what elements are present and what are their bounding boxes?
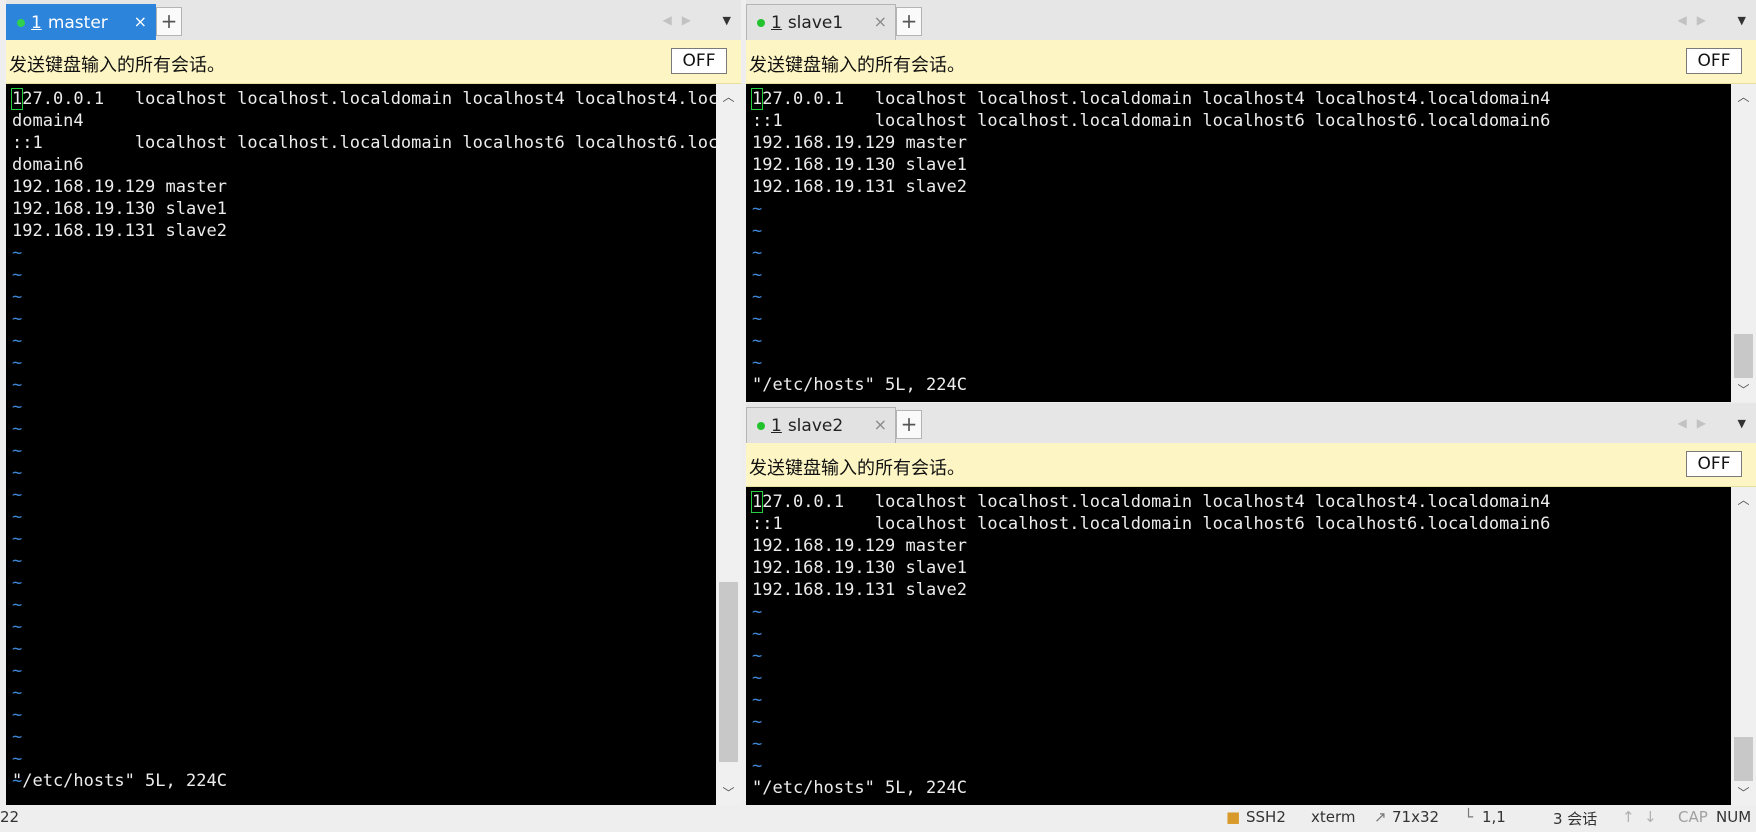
terminal-line: 192.168.19.131 slave2 bbox=[752, 580, 967, 600]
arrow-up-icon[interactable]: ↑ bbox=[1622, 808, 1635, 826]
session-pane-master: 1 master × + ◀▶ ▼ 发送键盘输入的所有会话。 OFF 127.0… bbox=[6, 0, 741, 805]
tab-number: 1 bbox=[31, 12, 42, 33]
terminal-cursor: 1 bbox=[10, 88, 24, 110]
connected-status-icon bbox=[17, 18, 25, 27]
terminal-type: xterm bbox=[1311, 808, 1356, 826]
terminal-output[interactable]: 127.0.0.1 localhost localhost.localdomai… bbox=[746, 84, 1731, 402]
add-tab-button[interactable]: + bbox=[896, 410, 922, 439]
broadcast-input-text: 发送键盘输入的所有会话。 bbox=[749, 458, 965, 479]
broadcast-off-button[interactable]: OFF bbox=[671, 48, 727, 74]
connected-status-icon bbox=[757, 18, 765, 27]
terminal-cursor: 1 bbox=[750, 88, 764, 110]
broadcast-off-button[interactable]: OFF bbox=[1686, 451, 1742, 477]
tab-label: slave1 bbox=[787, 12, 844, 33]
terminal-output[interactable]: 127.0.0.1 localhost localhost.localdomai… bbox=[746, 487, 1731, 805]
protocol-label: SSH2 bbox=[1246, 808, 1286, 826]
scroll-down-icon[interactable]: ﹀ bbox=[1731, 784, 1756, 801]
tab-label: master bbox=[47, 12, 108, 33]
terminal-line: 127.0.0.1 localhost localhost.localdomai… bbox=[10, 88, 716, 110]
cursor-position-icon: └ bbox=[1464, 808, 1474, 826]
broadcast-input-bar: 发送键盘输入的所有会话。 OFF bbox=[746, 40, 1756, 84]
cursor-position: 1,1 bbox=[1482, 808, 1506, 826]
terminal-line: domain4 bbox=[12, 111, 84, 131]
scroll-up-icon[interactable]: ︿ bbox=[1731, 491, 1756, 508]
terminal-line: 192.168.19.130 slave1 bbox=[752, 155, 967, 175]
add-tab-button[interactable]: + bbox=[896, 7, 922, 36]
scroll-up-icon[interactable]: ︿ bbox=[716, 88, 741, 105]
terminal-scrollbar[interactable]: ︿ ﹀ bbox=[1731, 487, 1756, 805]
chevron-down-icon[interactable]: ▼ bbox=[723, 14, 731, 27]
terminal-line: 192.168.19.129 master bbox=[752, 133, 967, 153]
session-pane-slave2: 1 slave2 × + ◀▶ ▼ 发送键盘输入的所有会话。 OFF 127.0… bbox=[746, 403, 1756, 805]
terminal-cursor: 1 bbox=[750, 491, 764, 513]
tab-label: slave2 bbox=[787, 415, 844, 436]
broadcast-input-text: 发送键盘输入的所有会话。 bbox=[9, 55, 225, 76]
scrollbar-thumb[interactable] bbox=[719, 582, 738, 762]
terminal-line: 127.0.0.1 localhost localhost.localdomai… bbox=[750, 491, 1551, 513]
terminal-line: 192.168.19.130 slave1 bbox=[12, 199, 227, 219]
session-pane-slave1: 1 slave1 × + ◀▶ ▼ 发送键盘输入的所有会话。 OFF 127.0… bbox=[746, 0, 1756, 402]
caps-lock-indicator: CAP bbox=[1678, 808, 1708, 826]
terminal-size: 71x32 bbox=[1392, 808, 1440, 826]
chevron-down-icon[interactable]: ▼ bbox=[1738, 14, 1746, 27]
scrollbar-thumb[interactable] bbox=[1734, 334, 1753, 378]
close-icon[interactable]: × bbox=[874, 12, 887, 31]
vim-status-line: "/etc/hosts" 5L, 224C bbox=[752, 375, 967, 395]
terminal-line: ::1 localhost localhost.localdomain loca… bbox=[12, 133, 716, 153]
close-icon[interactable]: × bbox=[134, 12, 147, 31]
tab-bar: 1 master × + ◀▶ ▼ bbox=[6, 0, 741, 42]
terminal-line: 192.168.19.131 slave2 bbox=[752, 177, 967, 197]
terminal-line: 127.0.0.1 localhost localhost.localdomai… bbox=[750, 88, 1551, 110]
port-number: 22 bbox=[0, 808, 20, 826]
scrollbar-thumb[interactable] bbox=[1734, 737, 1753, 781]
broadcast-input-text: 发送键盘输入的所有会话。 bbox=[749, 55, 965, 76]
vim-status-line: "/etc/hosts" 5L, 224C bbox=[12, 771, 227, 791]
tab-slave1[interactable]: 1 slave1 × bbox=[746, 4, 896, 40]
terminal-line: ::1 localhost localhost.localdomain loca… bbox=[752, 514, 1551, 534]
connected-status-icon bbox=[757, 421, 765, 430]
tab-bar: 1 slave1 × + ◀▶ ▼ bbox=[746, 0, 1756, 40]
tab-scroll-arrows-icon[interactable]: ◀▶ bbox=[1678, 13, 1716, 27]
terminal-scrollbar[interactable]: ︿ ﹀ bbox=[1731, 84, 1756, 402]
broadcast-input-bar: 发送键盘输入的所有会话。 OFF bbox=[746, 443, 1756, 487]
scroll-down-icon[interactable]: ﹀ bbox=[1731, 381, 1756, 398]
tab-scroll-arrows-icon[interactable]: ◀▶ bbox=[1678, 416, 1716, 430]
scroll-up-icon[interactable]: ︿ bbox=[1731, 88, 1756, 105]
session-count: 3 会话 bbox=[1553, 810, 1598, 828]
chevron-down-icon[interactable]: ▼ bbox=[1738, 417, 1746, 430]
tab-slave2[interactable]: 1 slave2 × bbox=[746, 407, 896, 443]
tab-number: 1 bbox=[771, 415, 782, 436]
terminal-line: ::1 localhost localhost.localdomain loca… bbox=[752, 111, 1551, 131]
terminal-output[interactable]: 127.0.0.1 localhost localhost.localdomai… bbox=[6, 84, 716, 805]
resize-icon: ↗ bbox=[1374, 808, 1387, 826]
tab-master[interactable]: 1 master × bbox=[6, 4, 156, 40]
terminal-line: 192.168.19.130 slave1 bbox=[752, 558, 967, 578]
broadcast-off-button[interactable]: OFF bbox=[1686, 48, 1742, 74]
tab-scroll-arrows-icon[interactable]: ◀▶ bbox=[663, 13, 701, 27]
terminal-line: 192.168.19.129 master bbox=[12, 177, 227, 197]
terminal-line: domain6 bbox=[12, 155, 84, 175]
num-lock-indicator: NUM bbox=[1716, 808, 1752, 826]
arrow-down-icon[interactable]: ↓ bbox=[1644, 808, 1657, 826]
add-tab-button[interactable]: + bbox=[156, 7, 182, 36]
scroll-down-icon[interactable]: ﹀ bbox=[716, 784, 741, 801]
terminal-line: 192.168.19.129 master bbox=[752, 536, 967, 556]
vim-status-line: "/etc/hosts" 5L, 224C bbox=[752, 778, 967, 798]
broadcast-input-bar: 发送键盘输入的所有会话。 OFF bbox=[6, 40, 741, 84]
terminal-line: 192.168.19.131 slave2 bbox=[12, 221, 227, 241]
status-bar: 22 ■ SSH2 xterm ↗ 71x32 └ 1,1 3 会话 ↑ ↓ C… bbox=[0, 805, 1756, 832]
tab-number: 1 bbox=[771, 12, 782, 33]
tab-bar: 1 slave2 × + ◀▶ ▼ bbox=[746, 403, 1756, 443]
close-icon[interactable]: × bbox=[874, 415, 887, 434]
terminal-scrollbar[interactable]: ︿ ﹀ bbox=[716, 84, 741, 805]
lock-icon: ■ bbox=[1226, 808, 1241, 826]
